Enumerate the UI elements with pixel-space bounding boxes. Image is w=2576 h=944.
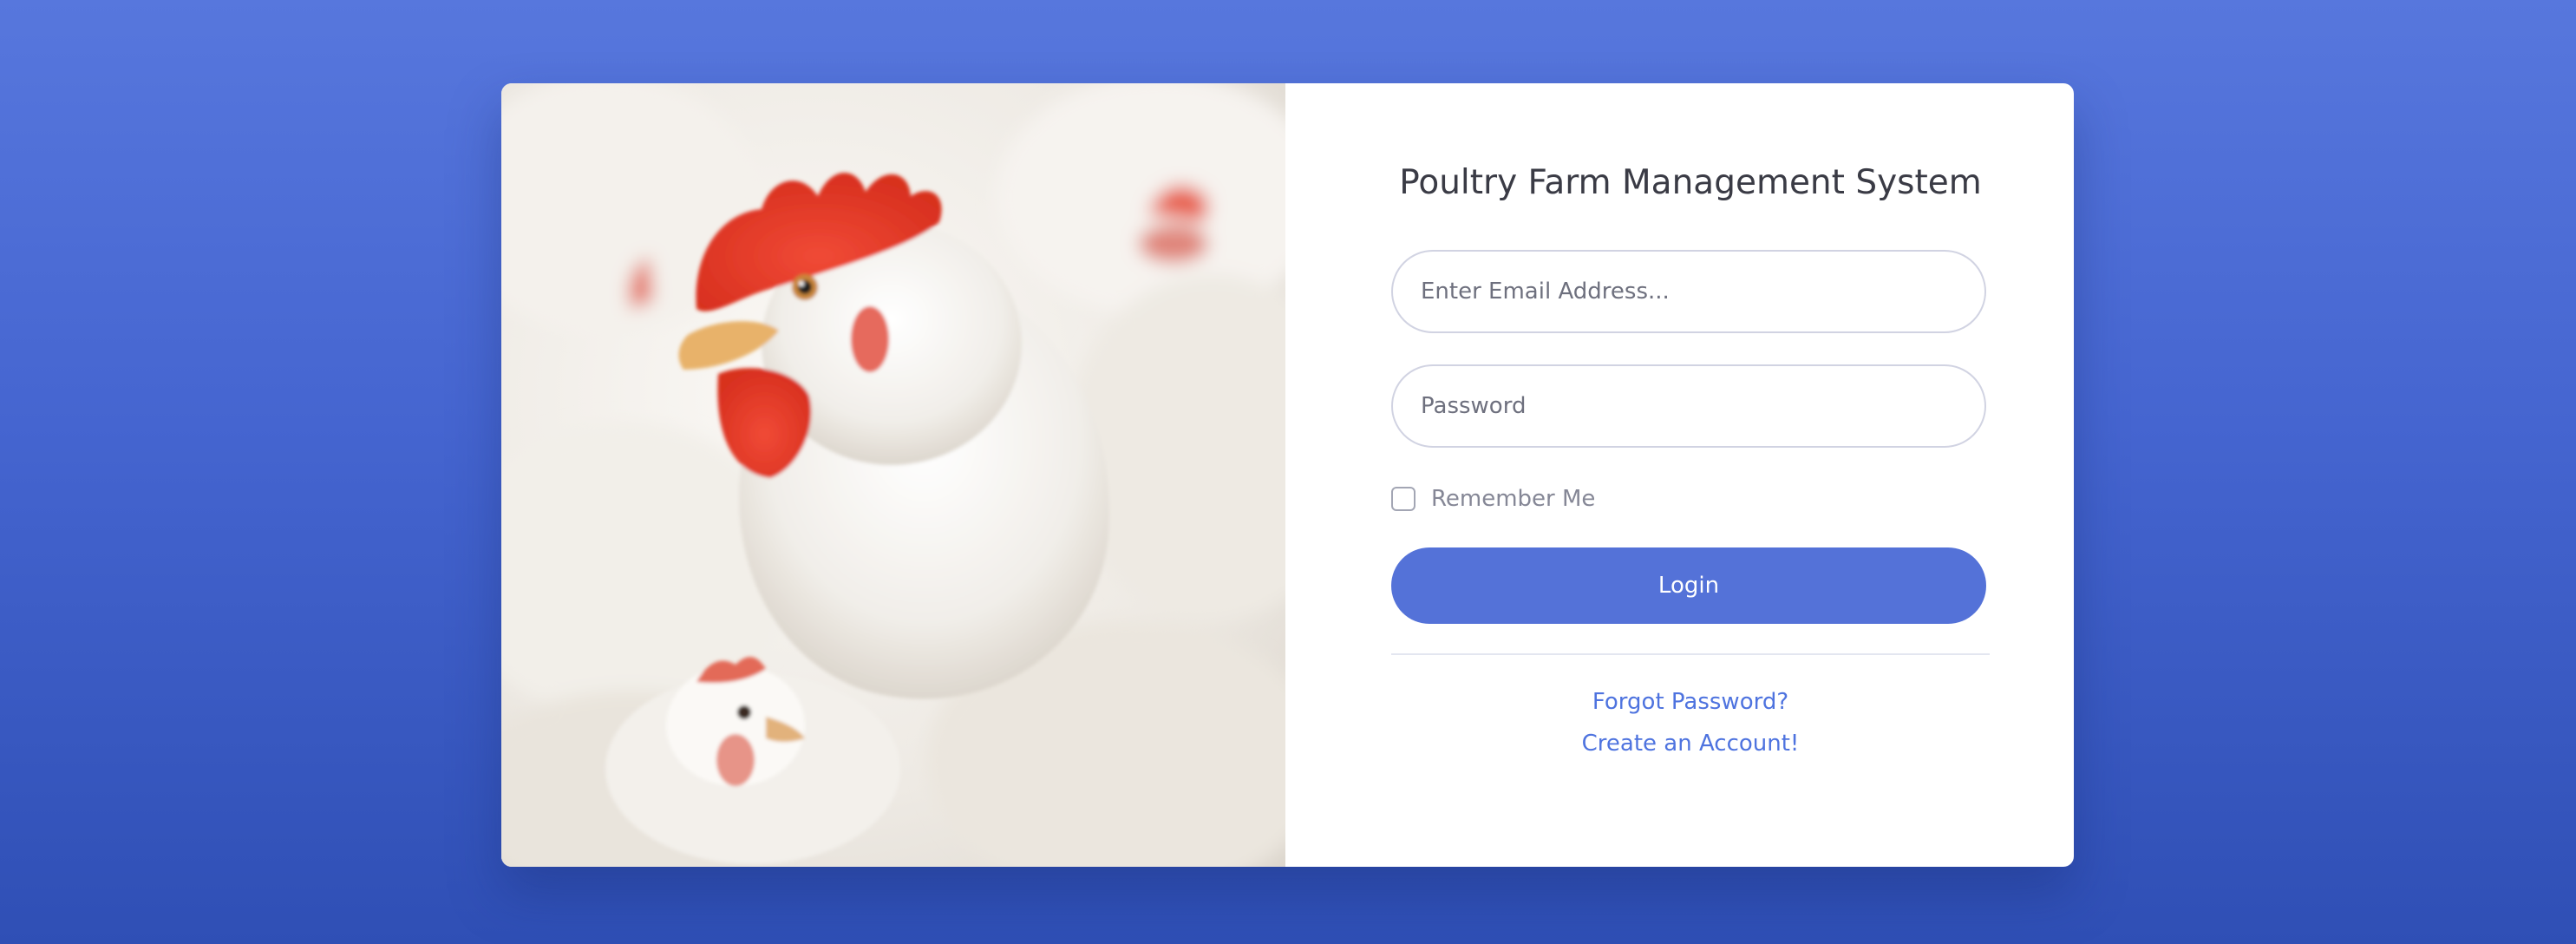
login-card: Poultry Farm Management System Remember … [501, 83, 2074, 867]
remember-me-checkbox[interactable] [1391, 487, 1415, 511]
forgot-password-link[interactable]: Forgot Password? [1391, 689, 1990, 715]
page-title: Poultry Farm Management System [1399, 163, 1982, 202]
email-field[interactable] [1391, 250, 1986, 333]
login-button[interactable]: Login [1391, 547, 1986, 624]
create-account-link[interactable]: Create an Account! [1391, 731, 1990, 757]
remember-me-label[interactable]: Remember Me [1431, 486, 1595, 512]
password-field[interactable] [1391, 364, 1986, 448]
remember-me-row: Remember Me [1391, 484, 1595, 514]
chicken-photo [501, 83, 1285, 867]
divider [1391, 653, 1990, 655]
login-form-panel: Poultry Farm Management System Remember … [1285, 83, 2074, 867]
